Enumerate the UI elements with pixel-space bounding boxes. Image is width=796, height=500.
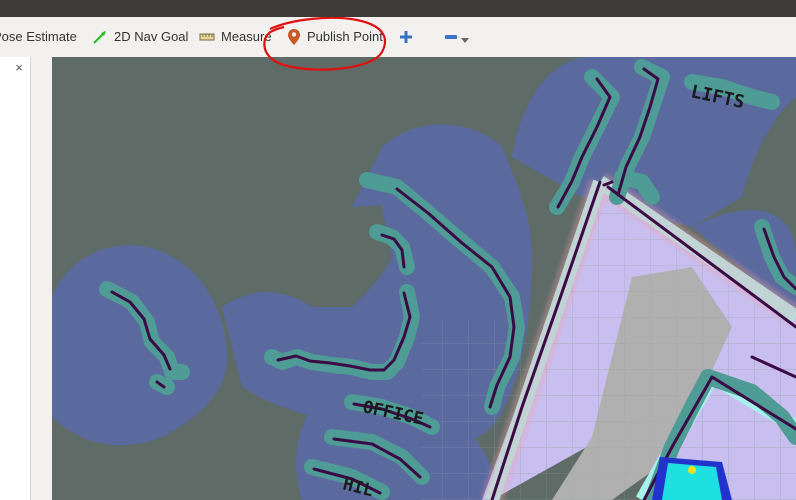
map-pin-icon xyxy=(288,29,300,45)
publish-point-tool[interactable]: Publish Point xyxy=(287,27,383,47)
nav-goal-tool[interactable]: 2D Nav Goal xyxy=(92,27,188,47)
measure-label: Measure xyxy=(221,29,272,44)
minus-icon xyxy=(445,35,457,39)
pose-estimate-tool[interactable]: Pose Estimate xyxy=(0,27,77,47)
close-icon[interactable]: × xyxy=(11,60,27,76)
publish-point-label: Publish Point xyxy=(307,29,383,44)
remove-tool-button[interactable] xyxy=(443,27,469,47)
robot-footprint xyxy=(652,457,732,500)
pose-estimate-label: Pose Estimate xyxy=(0,29,77,44)
add-tool-button[interactable] xyxy=(398,27,414,47)
plus-icon xyxy=(400,31,412,43)
window-title-bar xyxy=(0,0,796,17)
ruler-icon xyxy=(199,33,215,41)
map-viewport[interactable]: LIFTS OFFICE HIL xyxy=(52,57,796,500)
panel-splitter[interactable] xyxy=(31,57,52,500)
side-panel xyxy=(0,57,31,500)
nav-goal-arrow-icon xyxy=(93,31,106,44)
nav-goal-label: 2D Nav Goal xyxy=(114,29,189,44)
chevron-down-icon[interactable] xyxy=(461,36,469,44)
measure-tool[interactable]: Measure xyxy=(199,27,272,47)
rviz-toolbar: Pose Estimate 2D Nav Goal Measure Publis… xyxy=(0,17,796,58)
occupancy-map: LIFTS OFFICE HIL xyxy=(52,57,796,500)
